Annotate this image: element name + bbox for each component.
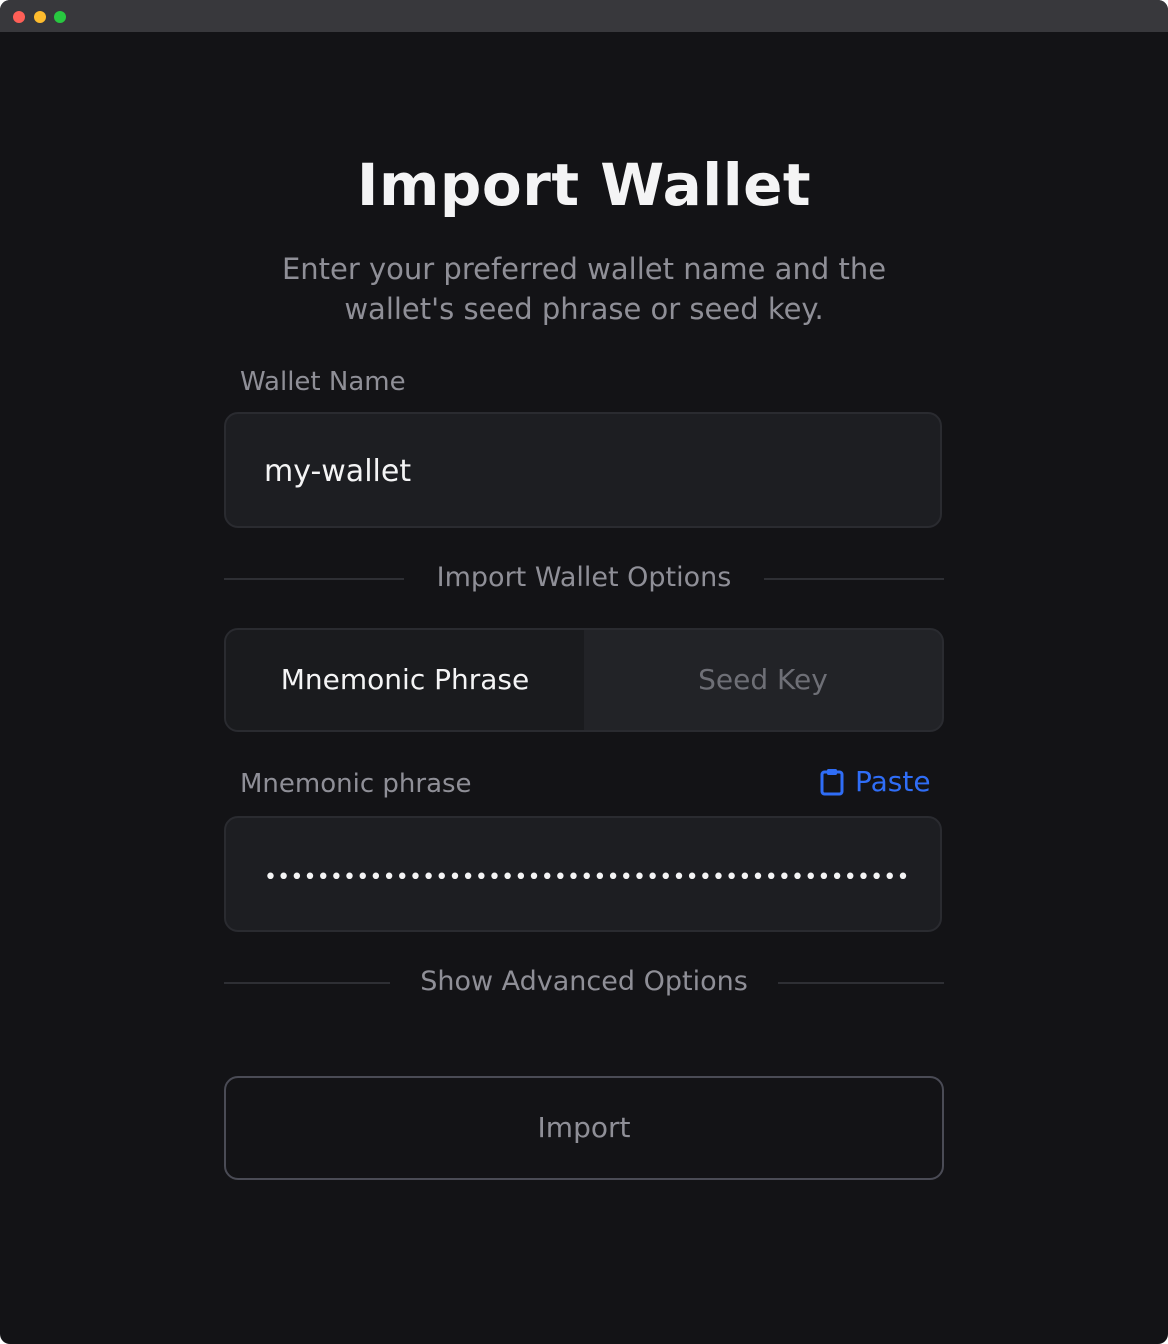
title-bar	[0, 0, 1168, 32]
close-window-button[interactable]	[13, 11, 25, 23]
maximize-window-button[interactable]	[54, 11, 66, 23]
advanced-divider-line-right	[778, 982, 944, 984]
clipboard-icon	[820, 769, 844, 796]
app-window: Import Wallet Enter your preferred walle…	[0, 0, 1168, 1344]
import-options-divider: Import Wallet Options	[224, 558, 944, 598]
tab-seed-key[interactable]: Seed Key	[584, 630, 942, 730]
minimize-window-button[interactable]	[34, 11, 46, 23]
paste-label: Paste	[855, 765, 931, 798]
tab-mnemonic-phrase[interactable]: Mnemonic Phrase	[226, 630, 584, 730]
divider-line-right	[764, 578, 944, 580]
page-subtitle: Enter your preferred wallet name and the…	[234, 249, 934, 329]
paste-button[interactable]: Paste	[820, 764, 940, 800]
subtitle-line-1: Enter your preferred wallet name and the	[281, 252, 887, 286]
mnemonic-phrase-input[interactable]: ••••••••••••••••••••••••••••••••••••••••…	[224, 816, 942, 932]
page-title: Import Wallet	[356, 151, 812, 219]
import-button[interactable]: Import	[224, 1076, 944, 1180]
wallet-name-value[interactable]: my-wallet	[264, 454, 411, 490]
advanced-options-divider: Show Advanced Options	[224, 962, 944, 1002]
mnemonic-phrase-label: Mnemonic phrase	[240, 769, 472, 799]
wallet-name-label: Wallet Name	[240, 367, 406, 397]
import-method-toggle: Mnemonic Phrase Seed Key	[224, 628, 944, 732]
mnemonic-masked-value[interactable]: ••••••••••••••••••••••••••••••••••••••••…	[264, 858, 914, 898]
subtitle-line-2: wallet's seed phrase or seed key.	[344, 292, 824, 326]
wallet-name-input[interactable]: my-wallet	[224, 412, 942, 528]
